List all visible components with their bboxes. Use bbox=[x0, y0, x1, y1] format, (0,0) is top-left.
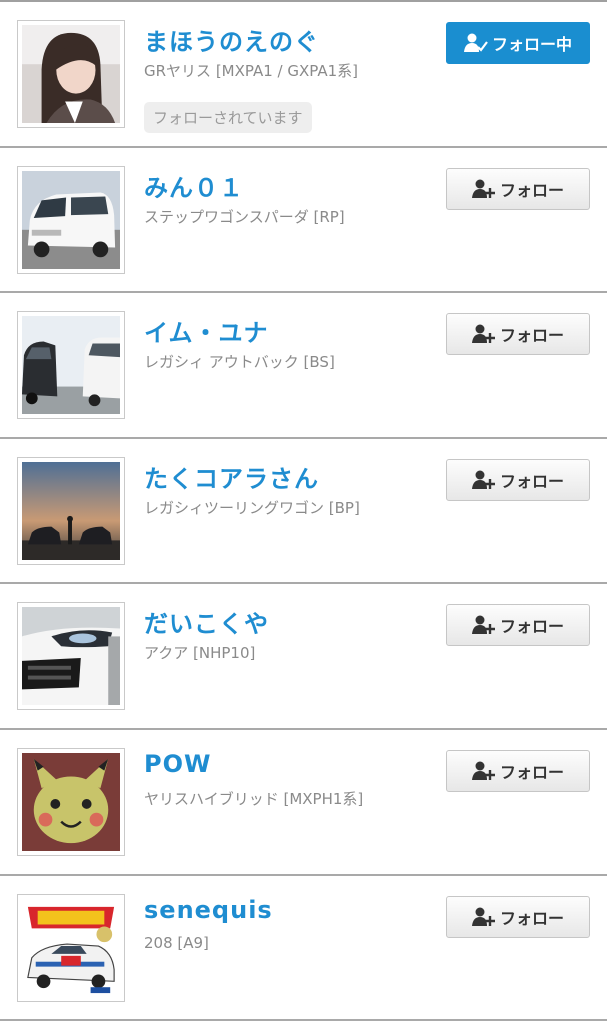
follow-button[interactable]: フォロー bbox=[446, 749, 590, 792]
avatar[interactable] bbox=[17, 893, 125, 1002]
followed-by-badge: フォローされています bbox=[144, 102, 312, 133]
car-model[interactable]: 208 [A9] bbox=[144, 934, 209, 952]
follow-button-label: フォロー bbox=[499, 180, 564, 200]
user-row: まほうのえのぐ GRヤリス [MXPA1 / GXPA1系] フォローされていま… bbox=[0, 2, 607, 148]
user-plus-icon bbox=[471, 615, 496, 635]
user-name[interactable]: みん０１ bbox=[144, 168, 244, 203]
avatar[interactable] bbox=[17, 20, 125, 128]
user-check-icon bbox=[463, 33, 488, 53]
follow-button[interactable]: フォロー bbox=[446, 458, 590, 501]
car-model[interactable]: レガシィ アウトバック [BS] bbox=[144, 351, 335, 372]
user-name[interactable]: だいこくや bbox=[144, 604, 269, 639]
user-row: POW ヤリスハイブリッド [MXPH1系] フォロー bbox=[0, 730, 607, 876]
follow-button[interactable]: フォロー bbox=[446, 167, 590, 210]
avatar[interactable] bbox=[17, 165, 125, 274]
follow-button-label: フォロー bbox=[499, 762, 564, 782]
user-name[interactable]: まほうのえのぐ bbox=[144, 22, 319, 57]
car-model[interactable]: ヤリスハイブリッド [MXPH1系] bbox=[144, 788, 363, 809]
car-model[interactable]: レガシィツーリングワゴン [BP] bbox=[144, 497, 360, 518]
car-model[interactable]: ステップワゴンスパーダ [RP] bbox=[144, 206, 345, 227]
user-plus-icon bbox=[471, 761, 496, 781]
follow-button[interactable]: フォロー bbox=[446, 313, 590, 356]
user-plus-icon bbox=[471, 907, 496, 927]
follow-button-label: フォロー bbox=[499, 617, 564, 637]
user-name[interactable]: POW bbox=[144, 750, 211, 778]
follow-button-label: フォロー bbox=[499, 326, 564, 346]
user-plus-icon bbox=[471, 470, 496, 490]
avatar[interactable] bbox=[17, 602, 125, 711]
follow-button-label: フォロー中 bbox=[491, 35, 572, 54]
follow-button[interactable]: フォロー bbox=[446, 604, 590, 647]
following-button[interactable]: フォロー中 bbox=[446, 22, 590, 64]
user-row: senequis 208 [A9] フォロー bbox=[0, 876, 607, 1022]
user-row: イム・ユナ レガシィ アウトバック [BS] フォロー bbox=[0, 293, 607, 439]
avatar[interactable] bbox=[17, 311, 125, 420]
car-model[interactable]: GRヤリス [MXPA1 / GXPA1系] bbox=[144, 60, 358, 81]
follow-button-label: フォロー bbox=[499, 908, 564, 928]
car-model[interactable]: アクア [NHP10] bbox=[144, 642, 255, 663]
user-plus-icon bbox=[471, 179, 496, 199]
user-row: みん０１ ステップワゴンスパーダ [RP] フォロー bbox=[0, 148, 607, 294]
avatar[interactable] bbox=[17, 747, 125, 856]
user-row: たくコアラさん レガシィツーリングワゴン [BP] フォロー bbox=[0, 439, 607, 585]
user-list: まほうのえのぐ GRヤリス [MXPA1 / GXPA1系] フォローされていま… bbox=[0, 0, 607, 1024]
user-row: だいこくや アクア [NHP10] フォロー bbox=[0, 584, 607, 730]
avatar[interactable] bbox=[17, 456, 125, 565]
user-plus-icon bbox=[471, 324, 496, 344]
follow-button-label: フォロー bbox=[499, 471, 564, 491]
user-name[interactable]: イム・ユナ bbox=[144, 313, 269, 348]
user-name[interactable]: senequis bbox=[144, 896, 273, 924]
follow-button[interactable]: フォロー bbox=[446, 895, 590, 938]
user-name[interactable]: たくコアラさん bbox=[144, 459, 319, 494]
